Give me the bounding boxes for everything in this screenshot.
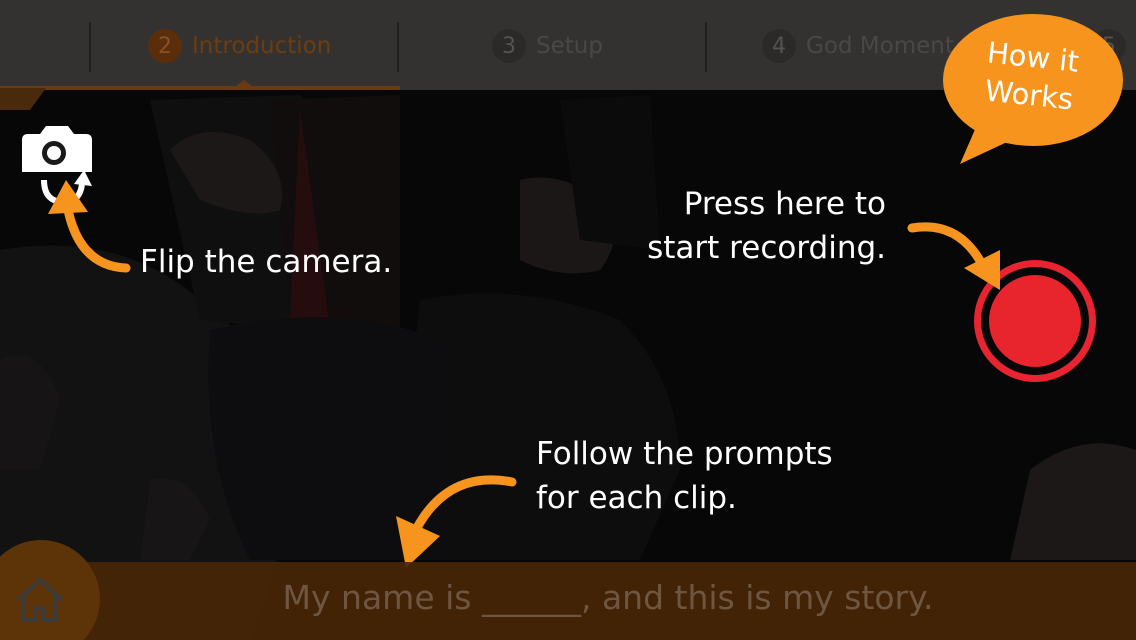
record-hint-line1: Press here to bbox=[683, 186, 886, 222]
camera-flip-icon[interactable] bbox=[18, 122, 96, 208]
step-god-moment[interactable]: 4 God Moment bbox=[762, 28, 954, 64]
step-label: Setup bbox=[536, 33, 603, 59]
step-divider bbox=[705, 22, 707, 72]
step-setup[interactable]: 3 Setup bbox=[492, 28, 603, 64]
record-hint: Press here to start recording. bbox=[610, 182, 886, 270]
step-number: 3 bbox=[492, 29, 526, 63]
step-label: Introduction bbox=[192, 33, 332, 59]
active-step-caret bbox=[234, 80, 254, 88]
clip-prompt: My name is ______, and this is my story. bbox=[282, 578, 934, 617]
prompts-hint-line1: Follow the prompts bbox=[536, 436, 833, 472]
home-icon[interactable] bbox=[14, 576, 66, 624]
record-button[interactable] bbox=[974, 260, 1096, 382]
step-label: God Moment bbox=[806, 33, 954, 59]
active-step-indicator bbox=[0, 86, 400, 90]
record-icon bbox=[989, 275, 1081, 367]
step-divider bbox=[397, 22, 399, 72]
edge-tab bbox=[0, 88, 46, 110]
prompts-hint-line2: for each clip. bbox=[536, 480, 737, 516]
prompts-hint: Follow the prompts for each clip. bbox=[536, 432, 833, 520]
step-introduction[interactable]: 2 Introduction bbox=[148, 28, 331, 64]
step-number: 4 bbox=[762, 29, 796, 63]
screen: 2 Introduction 3 Setup 4 God Moment 5 Ho… bbox=[0, 0, 1136, 640]
step-number: 2 bbox=[148, 29, 182, 63]
how-it-works-label[interactable]: How it Works bbox=[962, 31, 1099, 120]
flip-camera-hint: Flip the camera. bbox=[140, 244, 393, 280]
record-hint-line2: start recording. bbox=[647, 230, 886, 266]
step-divider bbox=[89, 22, 91, 72]
